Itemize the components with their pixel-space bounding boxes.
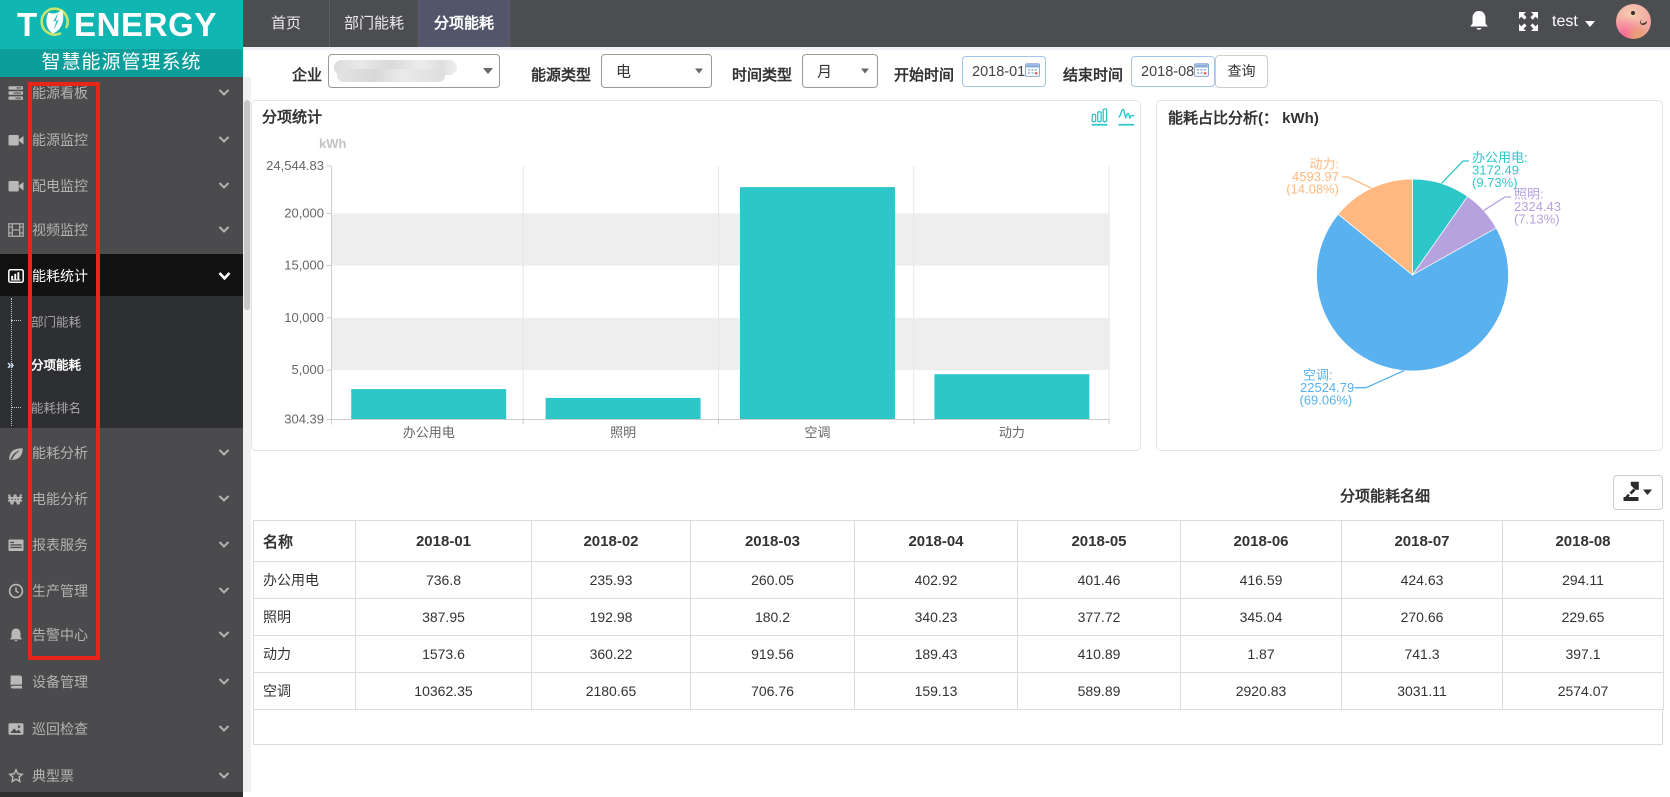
svg-text:空调: 空调	[804, 425, 830, 440]
svg-text:(9.73%): (9.73%)	[1472, 175, 1518, 190]
svg-text:能耗占比分析(： kWh): 能耗占比分析(： kWh)	[1168, 109, 1319, 127]
svg-text:24,544.83: 24,544.83	[266, 158, 324, 173]
svg-text:照明: 照明	[610, 425, 636, 440]
svg-text:5,000: 5,000	[291, 362, 324, 377]
svg-text:办公用电: 办公用电	[403, 425, 455, 440]
svg-text:20,000: 20,000	[284, 205, 324, 220]
svg-text:T: T	[17, 6, 37, 43]
svg-text:(7.13%): (7.13%)	[1514, 212, 1560, 227]
svg-text:(14.08%): (14.08%)	[1286, 182, 1339, 197]
svg-text:₩: ₩	[8, 492, 23, 508]
svg-text:15,000: 15,000	[284, 258, 324, 273]
svg-text:(69.06%): (69.06%)	[1300, 393, 1353, 408]
svg-text:10,000: 10,000	[284, 310, 324, 325]
svg-text:kWh: kWh	[319, 136, 347, 151]
svg-text:分项统计: 分项统计	[262, 108, 322, 126]
svg-text:304.39: 304.39	[284, 412, 324, 427]
svg-text:动力: 动力	[999, 425, 1025, 440]
svg-text:ENERGY: ENERGY	[74, 6, 217, 43]
